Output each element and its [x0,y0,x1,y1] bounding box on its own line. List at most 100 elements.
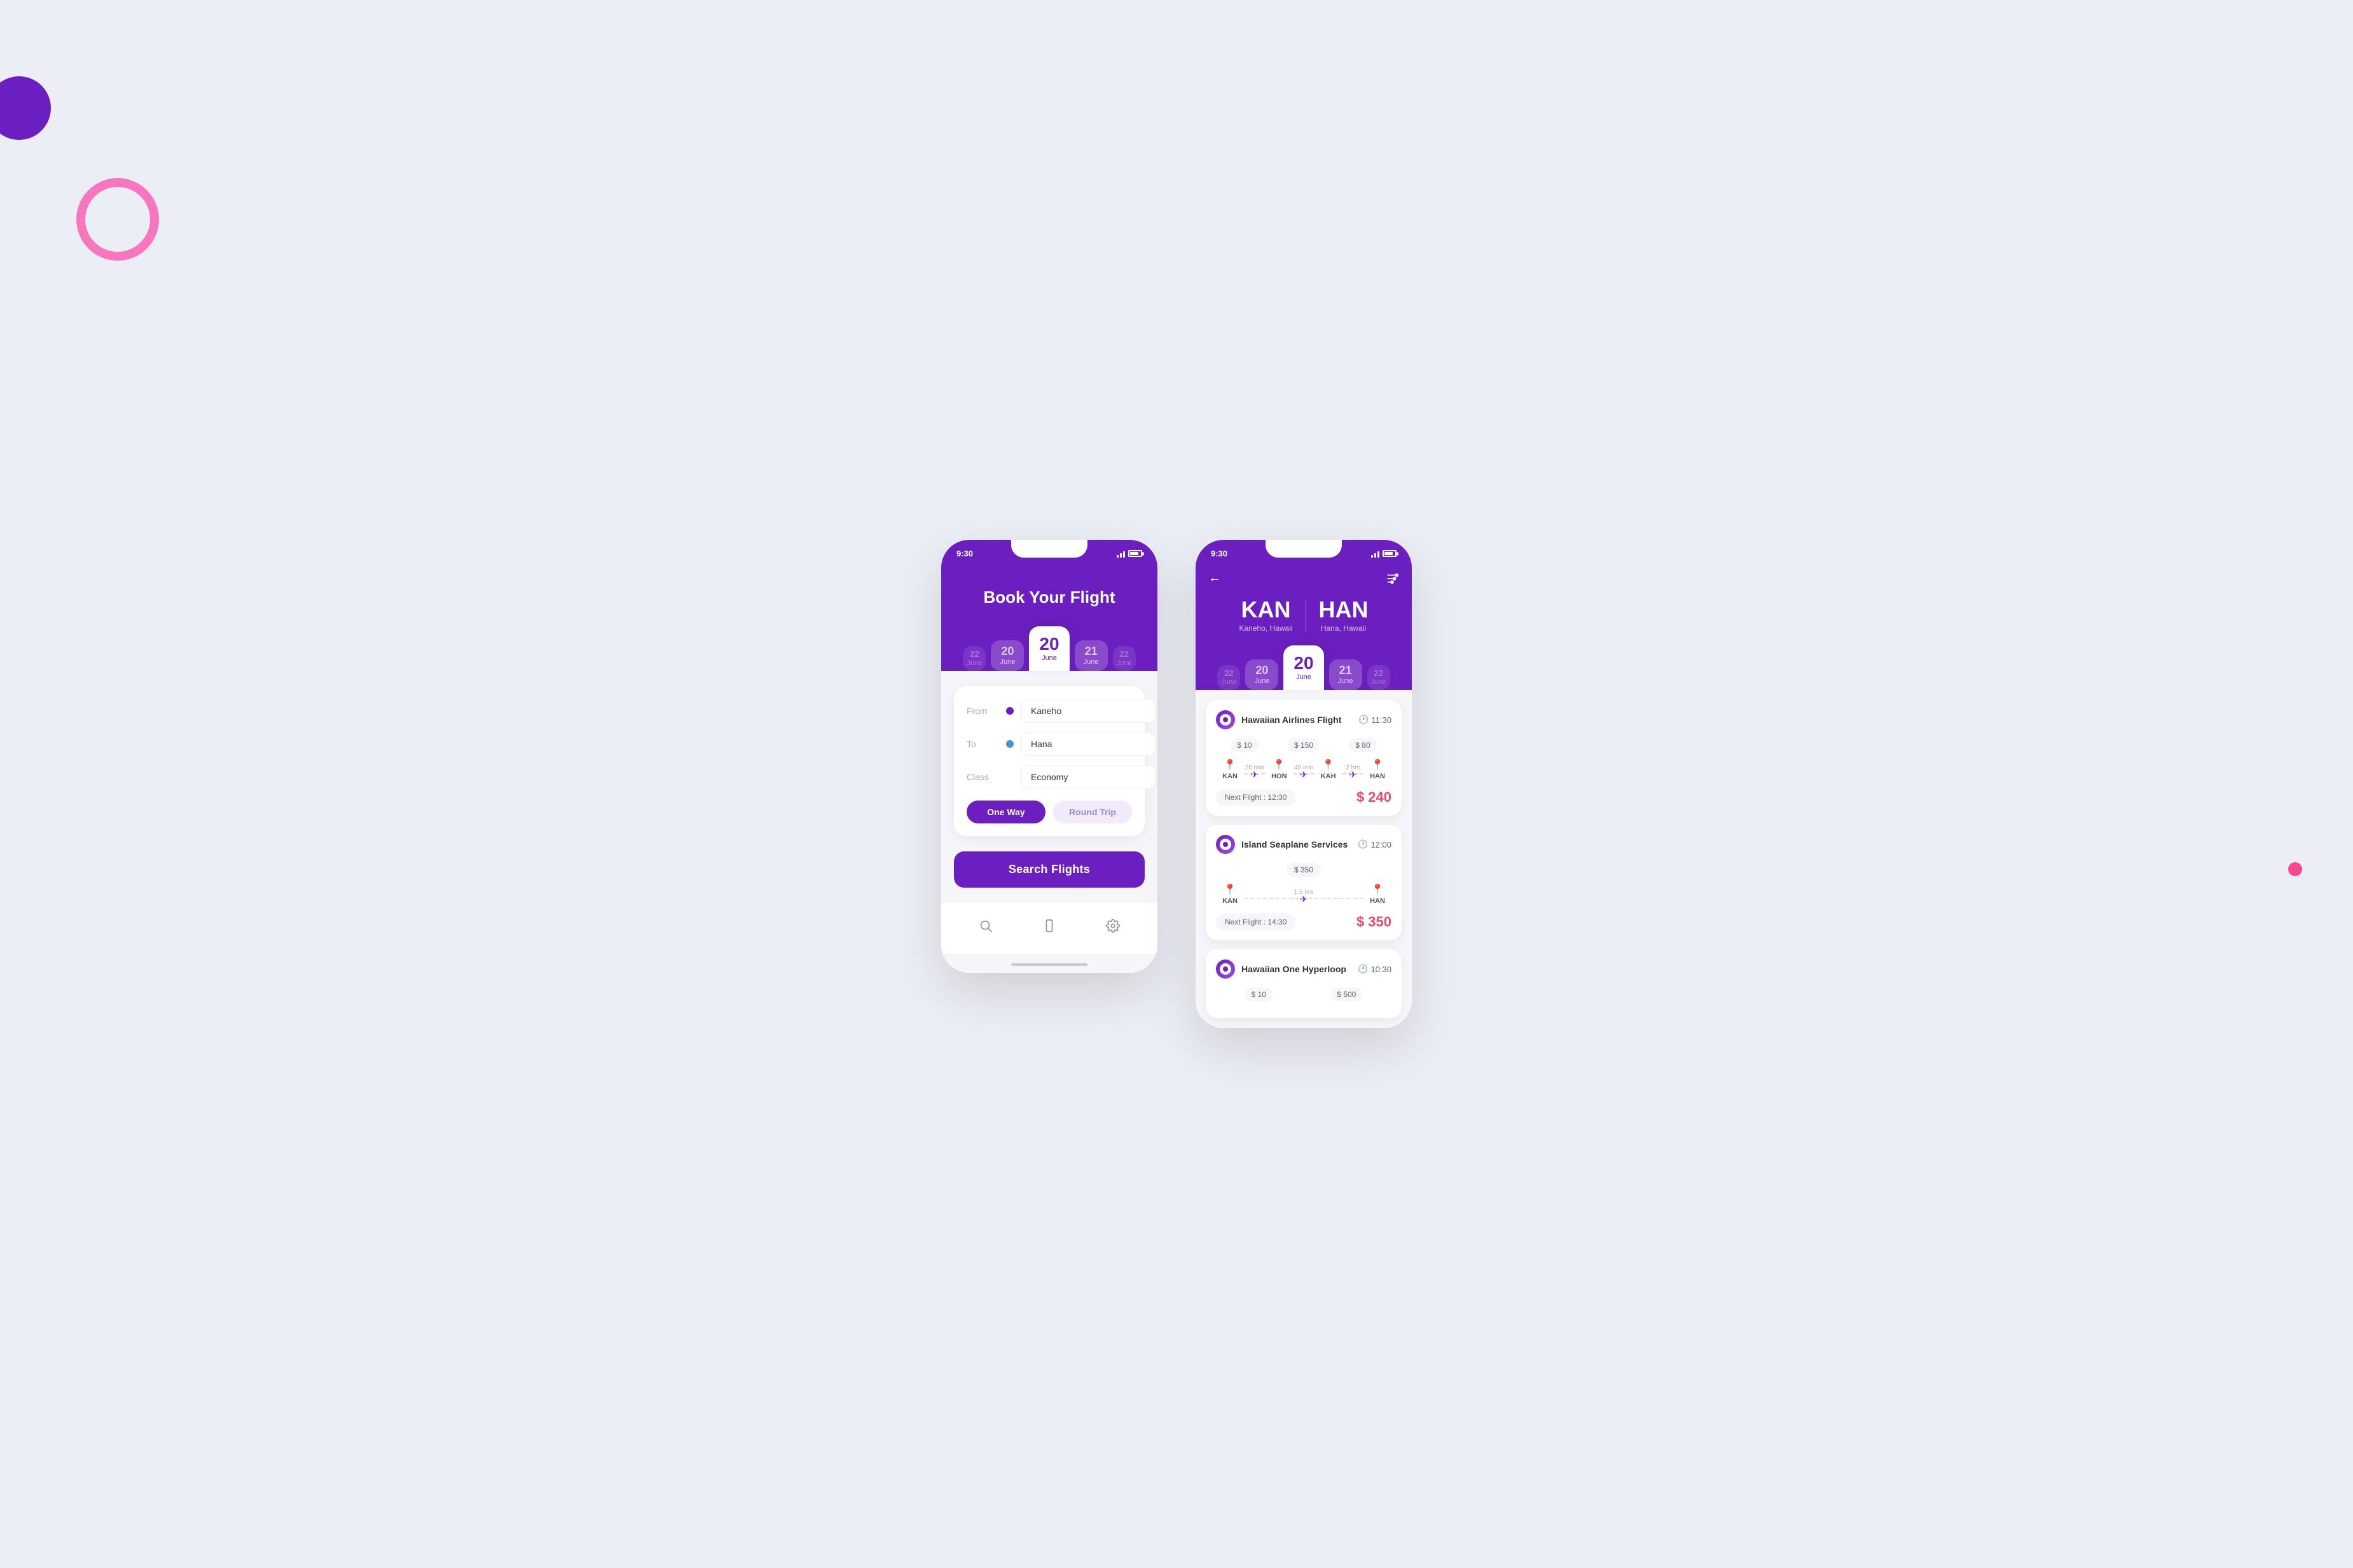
map-pin-kan-2: 📍 [1224,883,1236,896]
one-way-button[interactable]: One Way [967,801,1045,823]
card-footer-2: Next Flight : 14:30 $ 350 [1216,914,1391,930]
date-p2-20[interactable]: 20 June [1245,659,1278,690]
dashed-line-2: ✈ [1293,773,1314,774]
map-pin-icon-kah: 📍 [1322,759,1335,771]
route-seg-2: 40 min ✈ [1293,764,1314,774]
map-pin-icon-kan: 📍 [1224,759,1236,771]
status-icons-phone2 [1371,550,1397,558]
map-pin-icon-han: 📍 [1371,759,1384,771]
phone1-body: From To Class One Wa [941,671,1157,903]
to-row: To [967,732,1132,756]
total-price-1: $ 240 [1356,789,1391,806]
phone2-header: ← KAN Kaneho, Hawaii HAN [1196,562,1412,690]
date-item-20[interactable]: 20 June [991,640,1024,671]
clock-icon-2: 🕐 [1358,839,1368,849]
nav-home-button[interactable] [1037,913,1062,939]
map-pin-han-2: 📍 [1371,883,1384,896]
date-p2-21[interactable]: 21 June [1329,659,1362,690]
airline-logo-inner [1220,714,1231,726]
airline-dot-3 [1223,966,1228,972]
route-code-kan-2: KAN [1222,897,1238,905]
airline-logo-inner-2 [1220,839,1231,850]
date-num: 20 [997,645,1018,657]
route-line-multi: 📍 KAN 20 min ✈ 📍 HON 40 min [1216,759,1391,780]
price-stops-row: $ 10 $ 150 $ 80 [1216,738,1391,752]
nav-settings-button[interactable] [1100,913,1126,939]
to-label: To [967,739,998,749]
plane-icon-1: ✈ [1251,769,1259,780]
to-input[interactable] [1021,732,1156,756]
date-num: 22 [1117,650,1132,658]
flight-card-seaplane[interactable]: Island Seaplane Services 🕐 12:00 $ 350 📍 [1206,825,1402,940]
airline-logo [1216,710,1235,729]
route-point-kah: 📍 KAH [1315,759,1342,780]
date-carousel-phone2: 22 June 20 June 20 June 21 June 22 Jun [1208,645,1399,690]
airline-name: Hawaiian Airlines Flight [1241,715,1341,725]
phone1-header: Book Your Flight 22 June 20 June 20 June… [941,562,1157,671]
signal-bars [1117,550,1125,558]
date-p2-22-next[interactable]: 22 June [1367,665,1390,690]
date-num: 22 [1221,669,1236,677]
price-tag-1: $ 10 [1231,738,1258,752]
search-flights-button[interactable]: Search Flights [954,851,1145,888]
status-time-phone1: 9:30 [956,549,973,558]
card-footer-1: Next Flight : 12:30 $ 240 [1216,789,1391,806]
decorative-circle [76,178,159,261]
route-point-hon: 📍 HON [1265,759,1293,780]
date-month: June [1117,659,1132,667]
total-price-2: $ 350 [1356,914,1391,930]
from-input[interactable] [1021,699,1156,723]
round-trip-button[interactable]: Round Trip [1053,801,1132,823]
signal-bar-3 [1377,551,1379,558]
nav-search-button[interactable] [973,913,998,939]
class-label: Class [967,772,998,782]
next-flight-label-1: Next Flight : 12:30 [1216,789,1295,806]
date-item-22-next[interactable]: 22 June [1113,646,1136,671]
date-num: 22 [1371,669,1386,677]
airline-name-2: Island Seaplane Services [1241,839,1348,849]
date-num: 20 [1252,664,1272,676]
flight-card-hawaiian-airlines[interactable]: Hawaiian Airlines Flight 🕐 11:30 $ 10 $ … [1206,700,1402,816]
origin-name: Kaneho, Hawaii [1239,624,1292,633]
back-button[interactable]: ← [1208,571,1221,586]
date-carousel-phone1: 22 June 20 June 20 June 21 June 22 Jun [956,626,1142,671]
simple-route: $ 350 📍 KAN 1.5 hrs ✈ [1216,863,1391,905]
price-stops-row-3: $ 10 $ 500 [1216,987,1391,1001]
route-code-han: HAN [1370,773,1385,780]
date-num: 21 [1081,645,1101,657]
flight-card-header-3: Hawaiian One Hyperloop 🕐 10:30 [1216,959,1391,979]
plane-icon-seaplane: ✈ [1300,894,1308,905]
phones-wrapper: 9:30 Book Your Flight 22 June [941,540,1412,1028]
origin-airport: KAN Kaneho, Hawaii [1239,598,1292,633]
booking-form-card: From To Class One Wa [954,686,1145,836]
date-num: 21 [1335,664,1356,676]
flight-card-hyperloop[interactable]: Hawaiian One Hyperloop 🕐 10:30 $ 10 $ 50… [1206,949,1402,1018]
flight-time-badge-3: 🕐 10:30 [1358,964,1391,974]
battery-fill-2 [1384,552,1393,555]
dashed-line-1: ✈ [1244,773,1265,774]
class-input[interactable] [1021,765,1156,789]
signal-bars-2 [1371,550,1379,558]
date-item-22-prev[interactable]: 22 June [963,646,986,671]
airline-info-2: Island Seaplane Services [1216,835,1348,854]
origin-code: KAN [1239,598,1292,621]
decorative-blob-left [0,76,51,140]
map-pin-icon-hon: 📍 [1273,759,1285,771]
battery-icon [1128,550,1142,557]
price-tag-hyp-1: $ 10 [1245,987,1273,1001]
from-row: From [967,699,1132,723]
flight-card-header-2: Island Seaplane Services 🕐 12:00 [1216,835,1391,854]
dashed-line-3: ✈ [1342,773,1363,774]
route-code-kah: KAH [1321,773,1336,780]
date-item-20-active[interactable]: 20 June [1029,626,1069,671]
date-month: June [1294,673,1313,681]
date-month: June [997,658,1018,666]
flight-time: 11:30 [1371,715,1391,725]
date-p2-22-prev[interactable]: 22 June [1217,665,1240,690]
flight-card-header: Hawaiian Airlines Flight 🕐 11:30 [1216,710,1391,729]
date-item-21[interactable]: 21 June [1075,640,1108,671]
plane-icon-2: ✈ [1300,769,1308,780]
date-p2-20-active[interactable]: 20 June [1283,645,1323,690]
filter-icon[interactable] [1385,572,1399,586]
status-icons-phone1 [1117,550,1142,558]
